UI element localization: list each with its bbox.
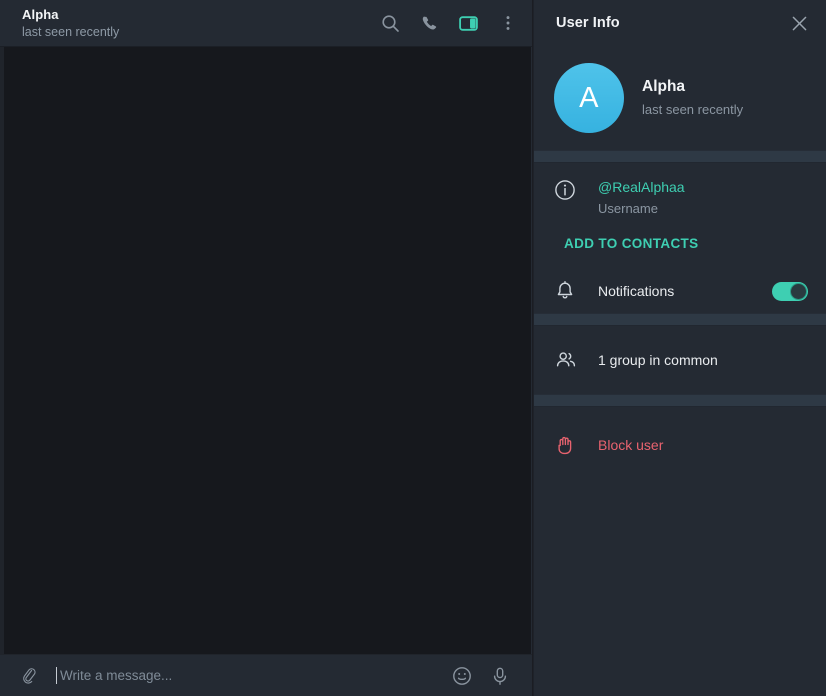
section-divider-2 [534,313,826,326]
smiley-icon[interactable] [448,662,476,690]
profile-summary[interactable]: A Alpha last seen recently [534,46,826,150]
block-user-row[interactable]: Block user [534,407,826,483]
info-circle-icon [554,178,588,201]
paperclip-icon[interactable] [14,661,44,691]
chat-title: Alpha [22,6,59,22]
chat-header-info[interactable]: Alpha last seen recently [22,7,374,40]
bell-icon [554,280,588,302]
composer-actions [448,662,522,690]
page-title: User Info [556,15,620,31]
hand-stop-icon [554,434,588,456]
message-input[interactable]: Write a message... [44,667,448,684]
username-section: @RealAlphaa Username ADD TO CONTACTS Not… [534,163,826,313]
username-value[interactable]: @RealAlphaa [598,178,810,197]
notifications-row[interactable]: Notifications [534,269,826,313]
chat-header-actions [374,7,524,40]
phone-icon[interactable] [413,7,446,40]
more-vertical-icon[interactable] [491,7,524,40]
people-icon [554,348,588,372]
add-to-contacts-button[interactable]: ADD TO CONTACTS [564,236,699,251]
message-list-canvas[interactable] [4,47,531,654]
section-divider [534,150,826,163]
profile-status: last seen recently [642,101,744,117]
user-info-header: User Info [534,0,826,46]
microphone-icon[interactable] [486,662,514,690]
search-icon[interactable] [374,7,407,40]
sidebar-panel-icon[interactable] [452,7,485,40]
message-input-placeholder: Write a message... [60,668,173,683]
chat-column: Alpha last seen recently Write a message… [0,0,532,696]
toggle-knob [790,282,807,300]
block-user-label: Block user [598,437,664,453]
message-composer: Write a message... [0,654,532,696]
profile-text: Alpha last seen recently [624,77,743,120]
groups-in-common-label: 1 group in common [598,352,718,368]
section-divider-3 [534,394,826,407]
chat-subtitle: last seen recently [22,24,120,39]
avatar: A [554,63,624,133]
profile-name: Alpha [642,77,686,95]
groups-in-common-row[interactable]: 1 group in common [534,326,826,394]
notifications-toggle[interactable] [772,281,808,301]
user-info-panel: User Info A Alpha last seen recently @Re… [533,0,826,696]
username-body: @RealAlphaa Username [588,178,810,218]
username-row[interactable]: @RealAlphaa Username [534,163,826,218]
username-label: Username [598,201,658,216]
chat-left-edge-strip [0,47,4,654]
telegram-window: Alpha last seen recently Write a message… [0,0,826,696]
close-icon[interactable] [784,8,814,38]
notifications-label: Notifications [598,283,675,299]
chat-header: Alpha last seen recently [0,0,532,47]
